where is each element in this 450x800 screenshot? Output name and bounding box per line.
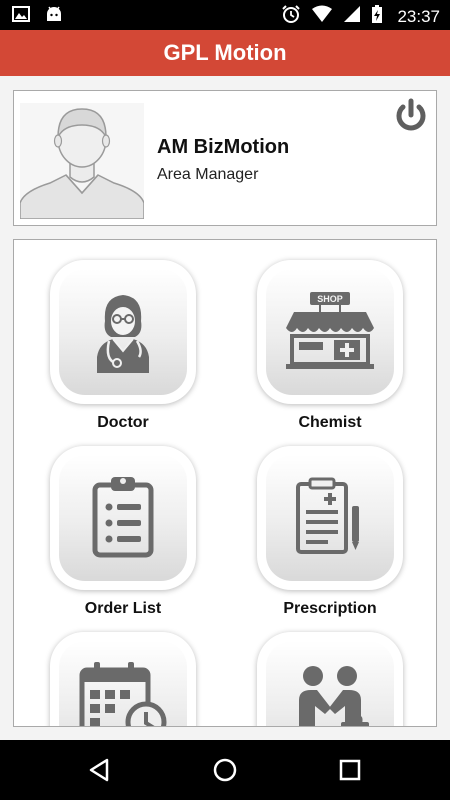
doctor-icon bbox=[81, 285, 165, 380]
alarm-icon bbox=[281, 4, 301, 29]
status-time: 23:37 bbox=[397, 6, 440, 26]
tile-label: Prescription bbox=[283, 600, 377, 617]
tile-prescription[interactable]: Prescription bbox=[257, 446, 403, 618]
avatar bbox=[19, 103, 145, 220]
power-icon[interactable] bbox=[392, 97, 430, 135]
prescription-icon bbox=[294, 476, 366, 561]
tile-label: Order List bbox=[84, 600, 162, 617]
home-icon[interactable] bbox=[211, 756, 239, 784]
tile-label: Chemist bbox=[298, 414, 362, 431]
tile-chemist[interactable]: SHOP Chemist bbox=[257, 260, 403, 432]
recents-icon[interactable] bbox=[336, 756, 364, 784]
tile-order-list[interactable]: Order List bbox=[50, 446, 196, 618]
image-icon bbox=[12, 5, 30, 28]
tile-calendar[interactable] bbox=[50, 632, 196, 726]
android-icon bbox=[44, 5, 64, 28]
tile-label: Doctor bbox=[97, 414, 149, 431]
handshake-icon bbox=[285, 660, 375, 726]
back-icon[interactable] bbox=[86, 756, 114, 784]
shop-sign-text: SHOP bbox=[317, 294, 343, 304]
clipboard-list-icon bbox=[91, 473, 155, 564]
status-bar: 23:37 bbox=[0, 0, 450, 30]
dashboard-content[interactable]: AM BizMotion Area Manager Doctor SHOP Ch… bbox=[0, 76, 450, 740]
profile-role: Area Manager bbox=[157, 166, 259, 183]
menu-grid: Doctor SHOP Chemist Order List Prescript… bbox=[13, 239, 437, 727]
shop-icon: SHOP bbox=[282, 290, 378, 375]
profile-name: AM BizMotion bbox=[157, 136, 290, 158]
wifi-icon bbox=[311, 5, 333, 28]
app-bar: GPL Motion bbox=[0, 30, 450, 76]
navigation-bar bbox=[0, 740, 450, 800]
signal-icon bbox=[343, 5, 361, 28]
tile-meeting[interactable] bbox=[257, 632, 403, 726]
calendar-clock-icon bbox=[78, 660, 168, 726]
profile-card: AM BizMotion Area Manager bbox=[13, 90, 437, 226]
battery-charging-icon bbox=[371, 4, 383, 29]
tile-doctor[interactable]: Doctor bbox=[50, 260, 196, 432]
app-title: GPL Motion bbox=[163, 40, 287, 65]
